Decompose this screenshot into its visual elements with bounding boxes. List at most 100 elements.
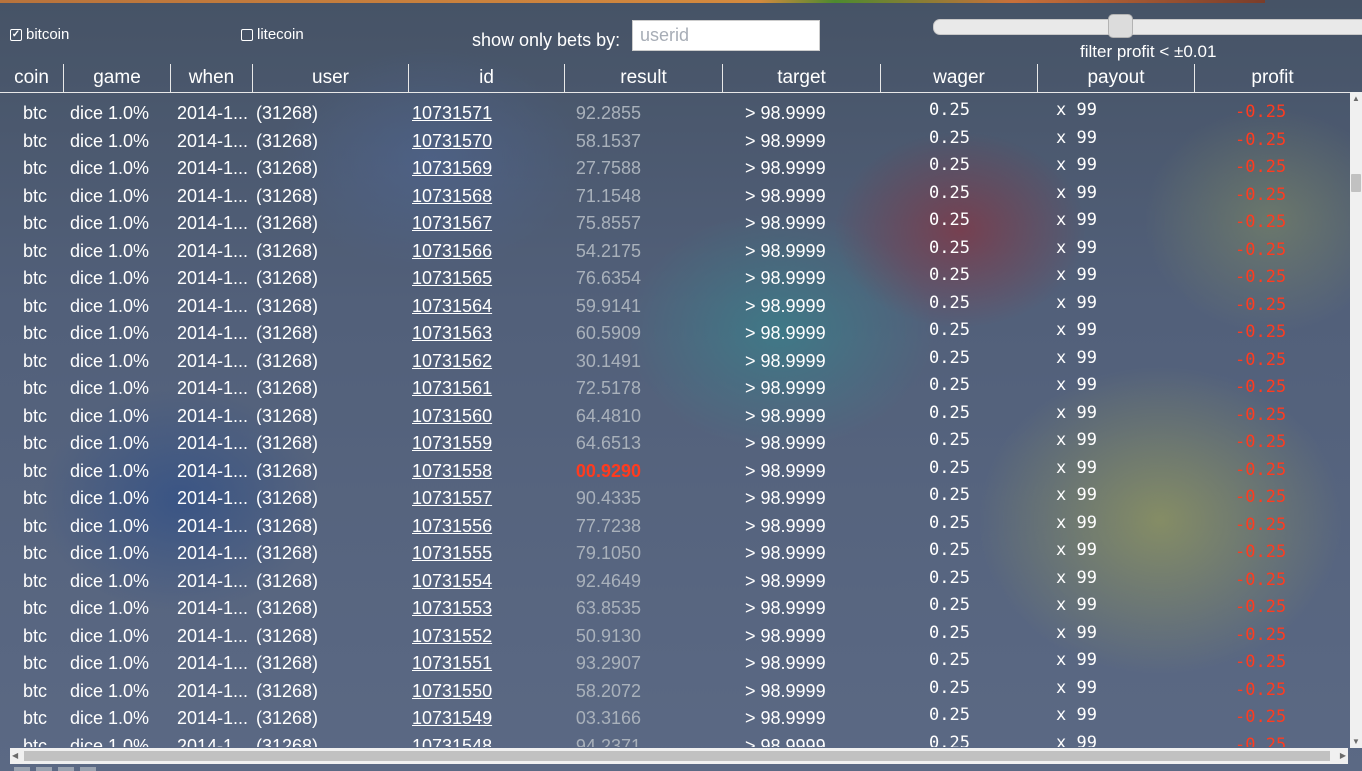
table-row: btc dice 1.0% 2014-1... (31268) 10731552 50.9…	[0, 618, 1350, 646]
cell-game: dice 1.0%	[70, 543, 150, 563]
cell-user: (31268)	[256, 240, 319, 261]
cell-result: 60.5909	[575, 323, 641, 343]
column-header-profit[interactable]: profit	[1195, 64, 1350, 92]
filter-controls: ✓ bitcoin litecoin show only bets by: fi…	[0, 0, 1362, 64]
table-row: btc dice 1.0% 2014-1... (31268) 10731570 58.1…	[0, 123, 1350, 151]
cell-profit: -0.25	[1235, 652, 1287, 672]
bottom-tab[interactable]	[36, 767, 52, 771]
cell-when: 2014-1...	[177, 543, 249, 563]
bet-id-link[interactable]: 10731568	[412, 186, 492, 206]
cell-coin: btc	[23, 598, 48, 618]
cell-game: dice 1.0%	[70, 680, 150, 701]
scroll-up-icon[interactable]: ▲	[1350, 94, 1362, 103]
horizontal-scroll-thumb[interactable]	[24, 751, 1330, 761]
cell-result: 90.4335	[575, 488, 641, 508]
cell-wager: 0.25	[929, 182, 970, 203]
bet-id-link[interactable]: 10731560	[412, 406, 492, 426]
cell-payout: x 99	[1056, 457, 1097, 478]
vertical-scroll-thumb[interactable]	[1351, 174, 1361, 192]
cell-game: dice 1.0%	[70, 405, 150, 426]
cell-when: 2014-1...	[177, 598, 249, 618]
bet-id-link[interactable]: 10731561	[412, 378, 492, 398]
cell-id: 10731551	[409, 645, 565, 673]
bet-id-link[interactable]: 10731559	[412, 433, 492, 453]
cell-profit: -0.25	[1235, 404, 1287, 425]
cell-user: (31268)	[256, 295, 319, 316]
bottom-tab[interactable]	[14, 767, 30, 771]
bet-id-link[interactable]: 10731562	[412, 351, 492, 371]
bet-id-link[interactable]: 10731556	[412, 516, 492, 536]
cell-result: 71.1548	[575, 185, 641, 206]
cell-profit: -0.25	[1235, 679, 1287, 700]
cell-result: 50.9130	[575, 625, 641, 646]
column-header-target[interactable]: target	[723, 64, 881, 92]
bet-id-link[interactable]: 10731570	[412, 131, 492, 151]
bet-id-link[interactable]: 10731550	[412, 681, 492, 701]
bet-id-link[interactable]: 10731549	[412, 708, 492, 728]
bet-id-link[interactable]: 10731557	[412, 488, 492, 508]
bet-id-link[interactable]: 10731565	[412, 268, 492, 288]
userid-input[interactable]	[632, 20, 820, 51]
table-row: btc dice 1.0% 2014-1... (31268) 10731562 30.1…	[0, 343, 1350, 371]
horizontal-scrollbar[interactable]: ◀ ▶	[10, 748, 1348, 764]
column-header-id[interactable]: id	[409, 64, 565, 92]
cell-profit: -0.25	[1235, 734, 1287, 748]
cell-id: 10731565	[409, 260, 565, 288]
bet-id-link[interactable]: 10731553	[412, 598, 492, 618]
bitcoin-checkbox[interactable]: ✓ bitcoin	[10, 26, 69, 43]
bet-id-link[interactable]: 10731551	[412, 653, 492, 673]
bottom-tab[interactable]	[80, 767, 96, 771]
cell-payout: x 99	[1056, 567, 1097, 588]
bet-id-link[interactable]: 10731569	[412, 158, 492, 178]
profit-slider-handle[interactable]	[1108, 14, 1133, 38]
column-header-user[interactable]: user	[253, 64, 409, 92]
cell-result: 94.2371	[575, 735, 641, 748]
bottom-tab[interactable]	[58, 767, 74, 771]
column-header-payout[interactable]: payout	[1038, 64, 1195, 92]
bet-id-link[interactable]: 10731567	[412, 213, 492, 233]
cell-payout: x 99	[1056, 512, 1097, 533]
show-only-label: show only bets by:	[472, 30, 621, 50]
cell-wager: 0.25	[929, 402, 970, 423]
cell-coin: btc	[23, 130, 48, 151]
bet-id-link[interactable]: 10731571	[412, 103, 492, 123]
vertical-scrollbar[interactable]: ▲ ▼	[1350, 92, 1362, 748]
column-header-wager[interactable]: wager	[881, 64, 1038, 92]
cell-target: > 98.9999	[745, 488, 826, 508]
cell-payout: x 99	[1056, 265, 1097, 285]
bet-id-link[interactable]: 10731564	[412, 296, 492, 316]
cell-payout: x 99	[1056, 705, 1097, 725]
cell-id: 10731550	[409, 673, 565, 701]
bet-id-link[interactable]: 10731566	[412, 241, 492, 261]
cell-profit: -0.25	[1235, 212, 1287, 232]
bet-id-link[interactable]: 10731555	[412, 543, 492, 563]
bet-id-link[interactable]: 10731548	[412, 736, 492, 748]
cell-coin: btc	[23, 240, 48, 261]
column-header-result[interactable]: result	[565, 64, 723, 92]
cell-when: 2014-1...	[177, 488, 249, 508]
bet-id-link[interactable]: 10731552	[412, 626, 492, 646]
column-header-when[interactable]: when	[171, 64, 253, 92]
profit-slider-track[interactable]	[933, 19, 1362, 35]
cell-result: 92.4649	[575, 570, 641, 591]
cell-game: dice 1.0%	[70, 515, 150, 536]
bet-id-link[interactable]: 10731563	[412, 323, 492, 343]
scroll-right-icon[interactable]: ▶	[1340, 748, 1346, 764]
scroll-down-icon[interactable]: ▼	[1350, 737, 1362, 746]
scroll-left-icon[interactable]: ◀	[12, 748, 18, 764]
cell-game: dice 1.0%	[70, 240, 150, 261]
column-header-game[interactable]: game	[64, 64, 171, 92]
litecoin-label: litecoin	[257, 26, 304, 43]
table-row: btc dice 1.0% 2014-1... (31268) 10731551 93.2…	[0, 645, 1350, 673]
cell-game: dice 1.0%	[70, 295, 150, 316]
column-header-coin[interactable]: coin	[0, 64, 64, 92]
cell-user: (31268)	[256, 405, 319, 426]
bet-id-link[interactable]: 10731554	[412, 571, 492, 591]
cell-profit: -0.25	[1235, 322, 1287, 342]
cell-wager: 0.25	[929, 485, 970, 505]
litecoin-checkbox[interactable]: litecoin	[241, 26, 304, 43]
bet-id-link[interactable]: 10731558	[412, 461, 492, 481]
bets-table-body: btc dice 1.0% 2014-1... (31268) 10731571 92.2…	[0, 95, 1350, 747]
cell-result: 64.6513	[575, 433, 641, 453]
cell-result: 30.1491	[575, 350, 641, 371]
